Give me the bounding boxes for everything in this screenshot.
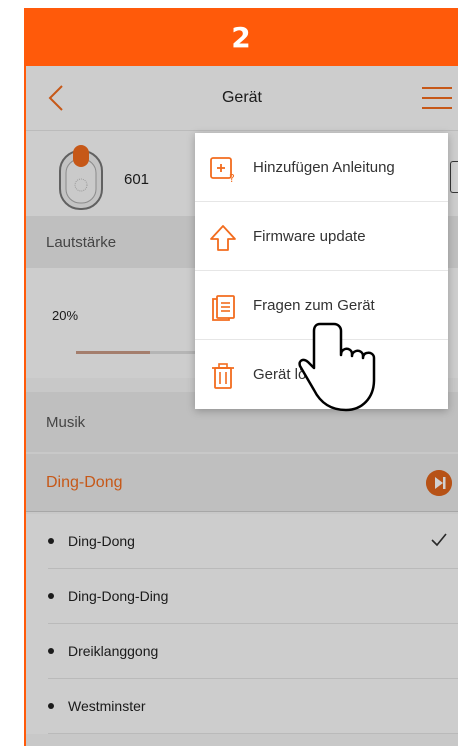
song-label: Westminster: [68, 698, 146, 714]
doorbell-device-icon: [59, 145, 103, 210]
menu-item-label: Fragen zum Gerät: [253, 296, 375, 314]
back-arrow-icon[interactable]: [44, 84, 68, 112]
screen: 2 Gerät 601 Lautstärke 20% Musik Ding-Do…: [0, 0, 458, 746]
list-item: Ding-Dong: [26, 514, 458, 569]
menu-item-label: Hinzufügen Anleitung: [253, 158, 395, 176]
song-label: Dreiklanggong: [68, 643, 159, 659]
document-icon: [212, 295, 235, 321]
svg-text:?: ?: [229, 172, 235, 183]
upload-arrow-icon: [210, 225, 236, 251]
menu-item-label: Gerät lös: [253, 366, 314, 383]
bullet-icon: [48, 703, 54, 709]
list-item: Ding-Dong-Ding: [26, 569, 458, 624]
add-help-icon: ?: [210, 157, 235, 183]
menu-item-firmware-update[interactable]: Firmware update: [195, 202, 448, 271]
song-item-dreiklanggong[interactable]: Dreiklanggong: [48, 624, 458, 679]
selected-melody-label: Ding-Dong: [46, 473, 123, 491]
trash-icon: [212, 363, 234, 389]
bullet-icon: [48, 538, 54, 544]
step-number: 2: [231, 20, 251, 54]
volume-slider-fill: [76, 351, 150, 354]
volume-value: 20%: [52, 308, 79, 323]
top-bar: Gerät: [26, 66, 458, 130]
song-item-ding-dong[interactable]: Ding-Dong: [48, 514, 458, 569]
melody-list: Ding-Dong Ding-Dong-Ding Dreiklanggong W…: [26, 514, 458, 734]
hamburger-menu-icon[interactable]: [422, 86, 452, 110]
bullet-icon: [48, 593, 54, 599]
step-banner: 2: [24, 8, 458, 66]
song-label: Ding-Dong: [68, 533, 135, 549]
checkmark-icon: [431, 533, 447, 547]
page-title: Gerät: [221, 89, 262, 106]
device-edit-field[interactable]: [450, 161, 458, 193]
menu-item-add-instructions[interactable]: ? Hinzufügen Anleitung: [195, 133, 448, 202]
selected-melody-row[interactable]: Ding-Dong: [26, 454, 458, 512]
device-options-menu: ? Hinzufügen Anleitung Firmware update F…: [195, 133, 448, 409]
menu-item-device-faq[interactable]: Fragen zum Gerät: [195, 271, 448, 340]
menu-item-delete-device[interactable]: Gerät lös: [195, 340, 448, 409]
song-item-ding-dong-ding[interactable]: Ding-Dong-Ding: [48, 569, 458, 624]
song-label: Ding-Dong-Ding: [68, 588, 169, 604]
song-item-westminster[interactable]: Westminster: [48, 679, 458, 734]
list-item: Westminster: [26, 679, 458, 734]
device-name: 601: [124, 171, 150, 188]
menu-item-label: Firmware update: [253, 227, 366, 245]
bullet-icon: [48, 648, 54, 654]
play-preview-icon[interactable]: [426, 470, 452, 496]
list-item: Dreiklanggong: [26, 624, 458, 679]
